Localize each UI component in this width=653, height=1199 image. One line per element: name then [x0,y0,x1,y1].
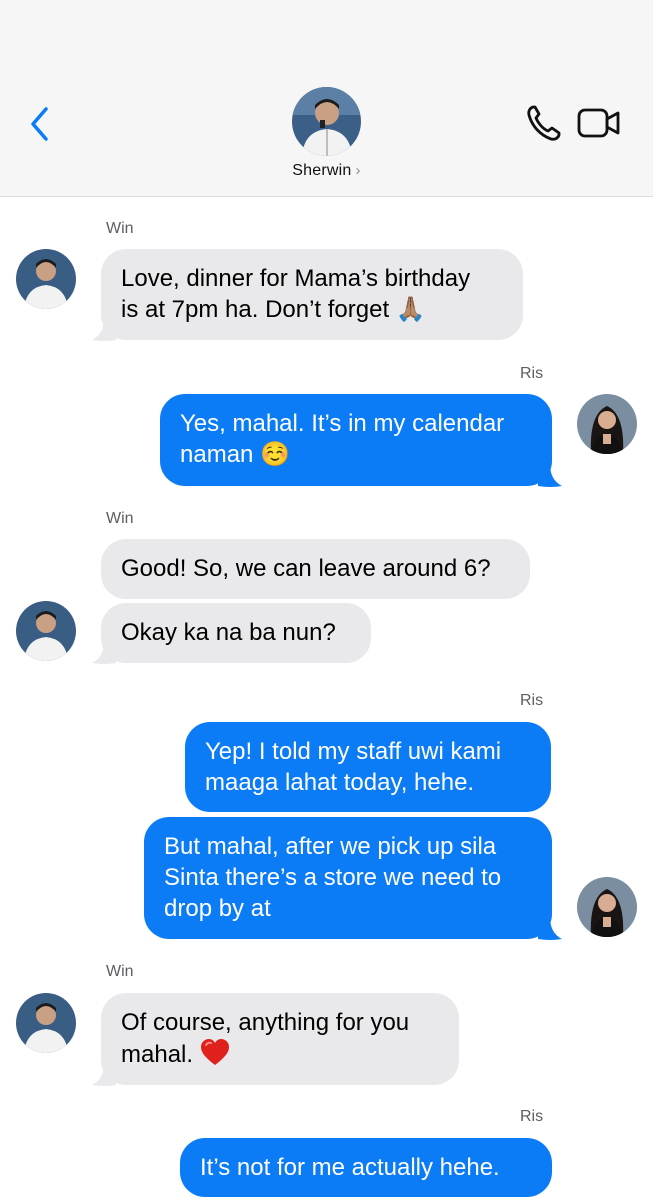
message-text-line: But mahal, after we pick up sila [164,833,497,860]
message-bubble-incoming[interactable]: Okay ka na ba nun? [101,603,371,663]
contact-avatar[interactable] [292,87,361,156]
video-camera-icon [577,108,620,138]
avatar [16,601,76,661]
message-text-line: Okay ka na ba nun? [121,619,336,646]
message-text-line: Yes, mahal. It’s in my calendar [180,410,505,437]
message-text-line: maaga lahat today, hehe. [205,769,475,796]
bubble-tail [92,318,116,341]
bubble-tail [92,1063,116,1086]
sender-label: Ris [520,365,544,382]
message-text: mahal. [121,1041,194,1068]
message-text-line: Of course, anything for you [121,1009,410,1036]
message-text-line: It’s not for me actually hehe. [200,1154,500,1181]
message-bubble-incoming[interactable]: Love, dinner for Mama’s birthday is at 7… [101,249,523,340]
avatar [577,877,637,937]
message-text-line: Good! So, we can leave around 6? [121,555,491,582]
contact-name: Sherwin [292,162,352,179]
message-bubble-outgoing[interactable]: It’s not for me actually hehe. [180,1138,552,1197]
chevron-left-icon [31,107,48,141]
sender-label: Win [106,963,134,980]
message-text-line: naman ☺️ [180,441,290,468]
message-text-line: drop by at [164,895,271,922]
red-heart-icon [200,1039,229,1065]
message-text-line: Love, dinner for Mama’s birthday [121,265,471,292]
message-bubble-outgoing[interactable]: Yep! I told my staff uwi kami maaga laha… [185,722,551,812]
message-bubble-outgoing[interactable]: But mahal, after we pick up sila Sinta t… [144,817,552,939]
bubble-tail [538,917,562,940]
message-bubble-outgoing[interactable]: Yes, mahal. It’s in my calendar naman ☺️ [160,394,552,486]
phone-icon [527,105,561,141]
message-text-line: is at 7pm ha. Don’t forget 🙏🏽 [121,296,426,323]
sender-label: Win [106,220,134,237]
sender-label: Ris [520,692,544,709]
avatar [16,249,76,309]
avatar [16,993,76,1053]
message-bubble-incoming[interactable]: Of course, anything for you mahal. [101,993,459,1085]
message-bubble-incoming[interactable]: Good! So, we can leave around 6? [101,539,530,599]
chevron-right-icon: › [355,162,361,179]
contact-name-button[interactable]: Sherwin › [0,162,653,180]
conversation-header: Sherwin › [0,0,653,197]
avatar [577,394,637,454]
message-text-line: mahal. [121,1038,439,1070]
audio-call-button[interactable] [524,102,564,144]
video-call-button[interactable] [576,104,622,142]
message-text-line: Yep! I told my staff uwi kami [205,738,502,765]
sender-label: Ris [520,1108,544,1125]
sender-label: Win [106,510,134,527]
bubble-tail [538,464,562,487]
message-text-line: Sinta there’s a store we need to [164,864,502,891]
bubble-tail [92,641,116,664]
back-button[interactable] [24,104,58,144]
